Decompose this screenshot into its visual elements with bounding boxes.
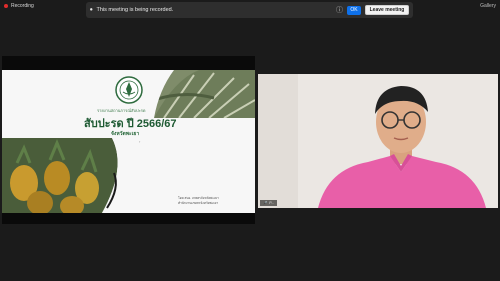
department-logo <box>115 76 143 104</box>
slide-footer: โดย สนง. เกษตรจังหวัดพะเยา สำนักงานเกษตร… <box>178 196 254 206</box>
shared-screen: รายงานสถานการณ์สับปะรด สับปะรด ปี 2566/6… <box>2 56 255 224</box>
slide-marker: › <box>139 139 141 144</box>
recording-banner: ⏺ This meeting is being recorded. ⓘ OK L… <box>86 2 413 18</box>
ok-button[interactable]: OK <box>347 5 361 15</box>
footer-line-2: สำนักงานเกษตรจังหวัดพะเยา <box>178 201 219 205</box>
recording-badge-icon: ⏺ <box>90 7 93 13</box>
slide-province: จังหวัดพะเยา <box>111 131 140 137</box>
participant-name: P... <box>269 201 275 205</box>
mic-icon: 🎤 <box>263 201 268 205</box>
leave-meeting-button[interactable]: Leave meeting <box>365 5 409 15</box>
recording-indicator[interactable]: Recording <box>4 3 34 9</box>
slide-content: รายงานสถานการณ์สับปะรด สับปะรด ปี 2566/6… <box>2 70 255 213</box>
participant-name-tag: 🎤 P... <box>260 200 278 206</box>
recording-label: Recording <box>11 3 34 9</box>
participant-video[interactable]: 🎤 P... <box>258 74 498 208</box>
record-dot-icon <box>4 4 8 8</box>
view-toggle-button[interactable]: Gallery <box>480 3 496 9</box>
banner-message: This meeting is being recorded. <box>96 7 174 13</box>
info-icon[interactable]: ⓘ <box>336 5 343 15</box>
pineapple-fruits-image <box>2 138 127 213</box>
slide-subtitle: รายงานสถานการณ์สับปะรด <box>97 108 146 113</box>
participant-image <box>258 74 498 208</box>
